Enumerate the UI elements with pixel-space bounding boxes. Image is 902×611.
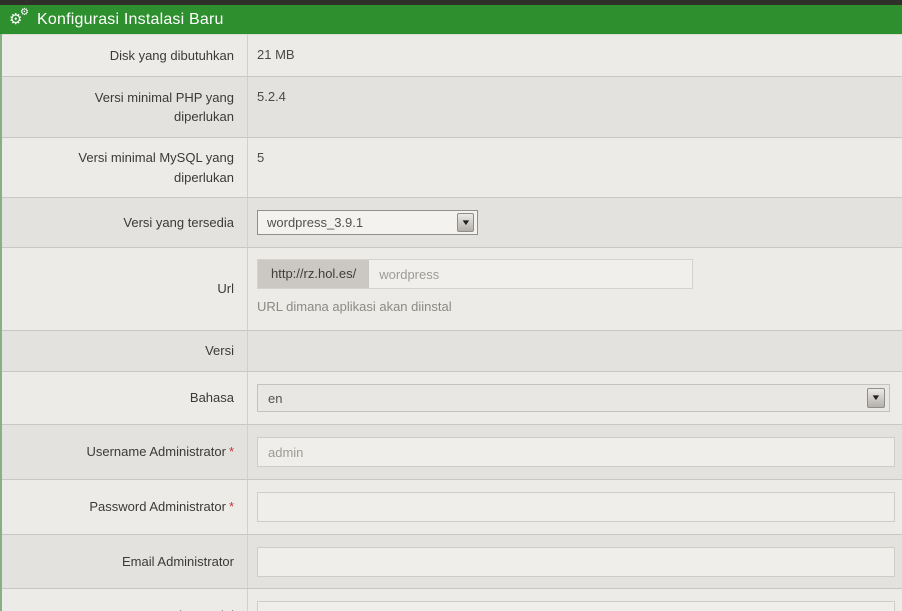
url-directory-input[interactable]: [369, 260, 692, 288]
url-label: Url: [2, 248, 248, 330]
row-admin-username: Username Administrator *: [2, 424, 902, 479]
min-php-value: 5.2.4: [257, 89, 286, 104]
required-asterisk: *: [228, 499, 234, 515]
install-config-form: Disk yang dibutuhkan 21 MB Versi minimal…: [0, 34, 902, 611]
disk-required-value: 21 MB: [257, 47, 295, 62]
disk-required-label: Disk yang dibutuhkan: [2, 35, 248, 76]
url-prefix: http://rz.hol.es/: [258, 260, 370, 288]
admin-password-input[interactable]: [257, 492, 895, 522]
site-title-label: Situs Judul: [2, 589, 248, 611]
min-mysql-label: Versi minimal MySQL yang diperlukan: [2, 138, 248, 197]
available-versions-label: Versi yang tersedia: [2, 198, 248, 247]
admin-email-input[interactable]: [257, 546, 895, 577]
version-select[interactable]: wordpress_3.9.1 ▼: [257, 210, 478, 235]
row-admin-password: Password Administrator *: [2, 479, 902, 534]
row-disk-required: Disk yang dibutuhkan 21 MB: [2, 34, 902, 76]
language-select-value: en: [268, 390, 283, 406]
url-input-group: http://rz.hol.es/: [257, 259, 693, 289]
page-header: ⚙ ⚙ Konfigurasi Instalasi Baru: [0, 5, 902, 34]
row-site-title: Situs Judul: [2, 588, 902, 611]
row-available-versions: Versi yang tersedia wordpress_3.9.1 ▼: [2, 197, 902, 247]
page-title: Konfigurasi Instalasi Baru: [37, 10, 224, 28]
versi-label: Versi: [2, 331, 248, 371]
admin-username-input[interactable]: [257, 437, 895, 467]
row-versi: Versi: [2, 330, 902, 371]
row-language: Bahasa en ▼: [2, 371, 902, 424]
min-mysql-value: 5: [257, 150, 265, 165]
chevron-down-icon: ▼: [457, 213, 474, 232]
row-min-php: Versi minimal PHP yang diperlukan 5.2.4: [2, 76, 902, 137]
language-select[interactable]: en ▼: [257, 384, 890, 412]
row-min-mysql: Versi minimal MySQL yang diperlukan 5: [2, 137, 902, 197]
version-select-value: wordpress_3.9.1: [267, 215, 364, 230]
admin-email-label: Email Administrator: [2, 535, 248, 588]
installer-config-page: ⚙ ⚙ Konfigurasi Instalasi Baru Disk yang…: [0, 0, 902, 611]
row-url: Url http://rz.hol.es/ URL dimana aplikas…: [2, 247, 902, 330]
url-help-text: URL dimana aplikasi akan diinstal: [257, 299, 452, 314]
language-label: Bahasa: [2, 372, 248, 424]
required-asterisk: *: [228, 444, 234, 460]
site-title-input[interactable]: [257, 601, 895, 611]
chevron-down-icon: ▼: [867, 388, 885, 408]
row-admin-email: Email Administrator: [2, 534, 902, 588]
min-php-label: Versi minimal PHP yang diperlukan: [2, 77, 248, 137]
admin-password-label: Password Administrator *: [2, 480, 248, 534]
admin-username-label: Username Administrator *: [2, 425, 248, 479]
cogs-icon: ⚙ ⚙: [9, 7, 29, 28]
